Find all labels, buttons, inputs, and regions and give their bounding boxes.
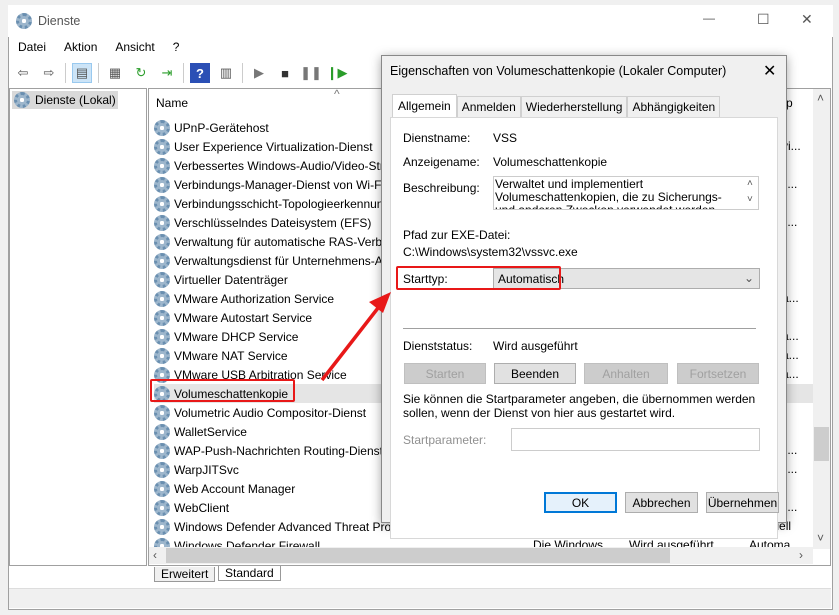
arrow-shaft [320,306,380,382]
annotation-arrow [320,292,391,382]
arrow-head [369,292,391,313]
